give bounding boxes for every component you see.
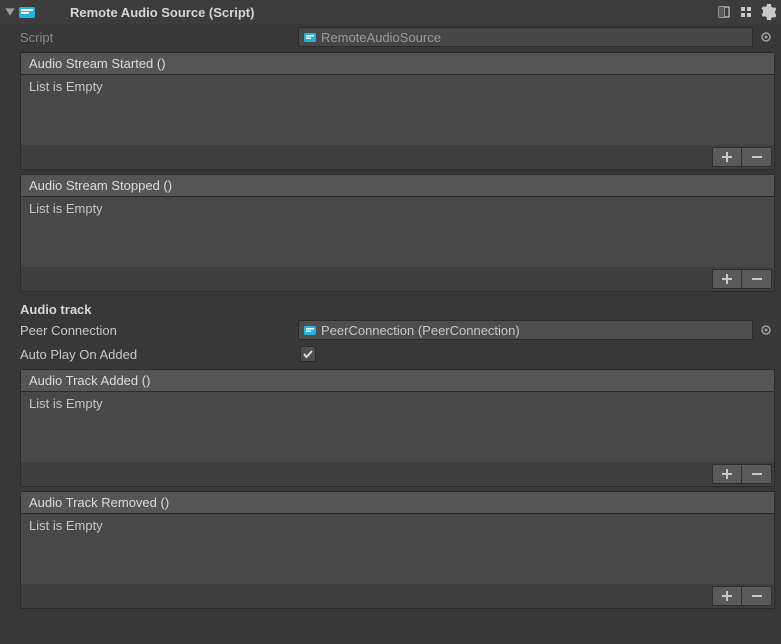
event-header: Audio Track Added () (21, 370, 774, 392)
script-label: Script (6, 30, 298, 45)
add-event-button[interactable] (712, 269, 742, 289)
event-body: List is Empty (21, 197, 774, 267)
event-header: Audio Stream Started () (21, 53, 774, 75)
component-body: Script RemoteAudioSource Audio Stream St… (0, 24, 781, 617)
header-icons (715, 3, 777, 21)
peer-connection-row: Peer Connection PeerConnection (PeerConn… (6, 319, 775, 341)
peer-connection-object-icon (303, 323, 317, 337)
peer-connection-object-field[interactable]: PeerConnection (PeerConnection) (298, 320, 753, 340)
event-footer (21, 584, 774, 608)
add-event-button[interactable] (712, 464, 742, 484)
event-footer (21, 267, 774, 291)
script-object-icon (303, 30, 317, 44)
peer-connection-label: Peer Connection (6, 323, 298, 338)
event-audio-track-removed: Audio Track Removed () List is Empty (20, 491, 775, 609)
component-title: Remote Audio Source (Script) (40, 5, 715, 20)
event-body: List is Empty (21, 392, 774, 462)
peer-connection-object-picker-icon[interactable] (757, 321, 775, 339)
event-empty-label: List is Empty (29, 518, 103, 533)
script-object-picker-icon[interactable] (757, 28, 775, 46)
event-footer (21, 145, 774, 169)
event-body: List is Empty (21, 75, 774, 145)
component-header: Remote Audio Source (Script) (0, 0, 781, 24)
script-row: Script RemoteAudioSource (6, 26, 775, 48)
add-event-button[interactable] (712, 147, 742, 167)
event-audio-track-added: Audio Track Added () List is Empty (20, 369, 775, 487)
event-footer (21, 462, 774, 486)
add-event-button[interactable] (712, 586, 742, 606)
event-audio-stream-stopped: Audio Stream Stopped () List is Empty (20, 174, 775, 292)
remove-event-button[interactable] (742, 147, 772, 167)
event-audio-stream-started: Audio Stream Started () List is Empty (20, 52, 775, 170)
script-object-field[interactable]: RemoteAudioSource (298, 27, 753, 47)
remove-event-button[interactable] (742, 464, 772, 484)
gear-icon[interactable] (759, 3, 777, 21)
remove-event-button[interactable] (742, 586, 772, 606)
presets-icon[interactable] (737, 3, 755, 21)
script-object-value: RemoteAudioSource (321, 30, 441, 45)
foldout-arrow-icon[interactable] (4, 6, 16, 18)
event-body: List is Empty (21, 514, 774, 584)
script-icon (18, 3, 36, 21)
event-empty-label: List is Empty (29, 396, 103, 411)
event-header: Audio Track Removed () (21, 492, 774, 514)
audio-track-section-label: Audio track (6, 294, 775, 319)
event-empty-label: List is Empty (29, 201, 103, 216)
auto-play-row: Auto Play On Added (6, 343, 775, 365)
auto-play-label: Auto Play On Added (6, 347, 298, 362)
event-header: Audio Stream Stopped () (21, 175, 774, 197)
remove-event-button[interactable] (742, 269, 772, 289)
reference-book-icon[interactable] (715, 3, 733, 21)
event-empty-label: List is Empty (29, 79, 103, 94)
peer-connection-object-value: PeerConnection (PeerConnection) (321, 323, 520, 338)
checkmark-icon (302, 348, 314, 360)
auto-play-checkbox[interactable] (300, 346, 316, 362)
